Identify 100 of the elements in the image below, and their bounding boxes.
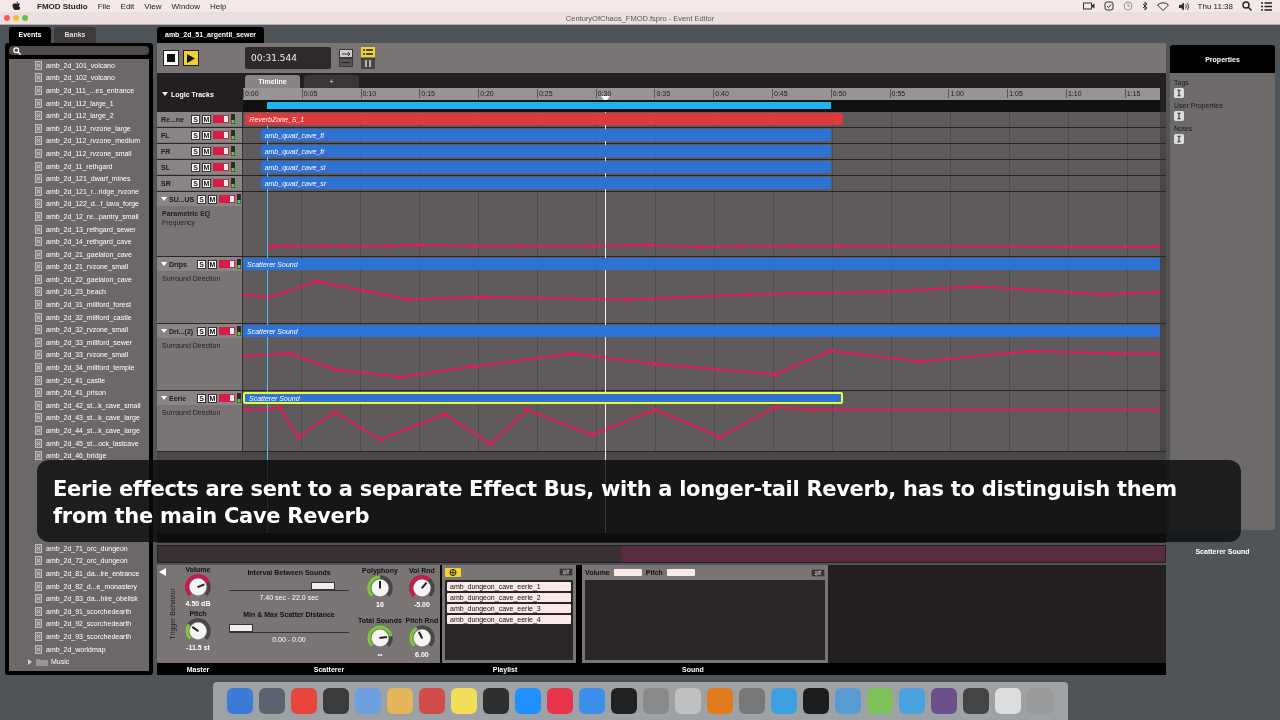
- event-icon: [35, 199, 42, 209]
- app-icon[interactable]: [803, 688, 829, 714]
- text-cursor-icon[interactable]: [1174, 111, 1184, 121]
- volume-fader-icon[interactable]: [219, 394, 235, 402]
- range-slider[interactable]: [229, 624, 349, 633]
- input-field[interactable]: [666, 569, 695, 576]
- volume-icon[interactable]: [1177, 1, 1189, 11]
- collapse-arrow-icon[interactable]: [158, 568, 166, 576]
- level-meter-icon: [237, 326, 241, 336]
- event-icon: [35, 274, 42, 284]
- volume-fader-icon[interactable]: [213, 115, 229, 123]
- event-icon: [35, 237, 42, 247]
- event-icon: [35, 569, 42, 578]
- menu-item[interactable]: Help: [210, 1, 227, 11]
- list-icon[interactable]: [1261, 1, 1272, 11]
- menu-item[interactable]: Window: [171, 1, 200, 11]
- event-icon: [35, 619, 42, 629]
- input-field[interactable]: [613, 569, 642, 576]
- volume-fader-icon[interactable]: [213, 179, 229, 187]
- time-display: 00:31.544: [245, 47, 331, 69]
- event-icon: [35, 136, 42, 146]
- event-icon: [35, 363, 42, 373]
- check-shield-icon[interactable]: [1103, 1, 1114, 11]
- volume-fader-icon[interactable]: [213, 147, 229, 155]
- level-meter-icon: [231, 130, 235, 140]
- event-icon: [35, 337, 42, 347]
- event-icon: [35, 224, 42, 234]
- subtitle-caption: Eerie effects are sent to a separate Effect Bus, with a longer-tail Reverb, has to distinguish them from the main Cave Reverb: [37, 460, 1241, 542]
- expanded-arrow-icon[interactable]: [161, 196, 167, 202]
- event-icon: [35, 388, 42, 398]
- expanded-arrow-icon: [162, 91, 168, 97]
- slider-thumb[interactable]: [310, 582, 335, 590]
- camera-icon[interactable]: [1082, 2, 1095, 10]
- level-meter-icon: [231, 146, 235, 156]
- level-meter-icon: [231, 162, 235, 172]
- text-cursor-icon[interactable]: [1174, 88, 1184, 98]
- close-button[interactable]: [4, 15, 10, 21]
- bluetooth-icon[interactable]: [1141, 1, 1148, 11]
- expanded-arrow-icon[interactable]: [161, 261, 167, 267]
- play-icon: [187, 53, 195, 63]
- app-icon[interactable]: [483, 688, 509, 714]
- apple-logo-icon[interactable]: [12, 1, 21, 11]
- event-icon: [35, 426, 42, 435]
- search-field[interactable]: [9, 46, 149, 55]
- play-button[interactable]: [183, 50, 199, 66]
- level-meter-icon: [237, 393, 241, 403]
- event-icon: [35, 606, 42, 616]
- clock-icon[interactable]: [1122, 1, 1133, 11]
- event-icon: [35, 174, 42, 184]
- event-icon: [35, 211, 42, 221]
- folder-icon: [36, 657, 48, 666]
- event-icon: [35, 111, 42, 121]
- collapsed-arrow-icon: [27, 658, 33, 665]
- view-toggle-icon[interactable]: [361, 47, 375, 69]
- volume-fader-icon[interactable]: [219, 327, 235, 335]
- search-icon[interactable]: [1242, 1, 1252, 11]
- text-cursor-icon[interactable]: [1174, 134, 1184, 144]
- menu-item[interactable]: View: [144, 1, 162, 11]
- search-icon: [13, 46, 21, 55]
- volume-fader-icon[interactable]: [213, 131, 229, 139]
- event-icon: [35, 631, 42, 641]
- app-menu[interactable]: FMOD Studio: [37, 1, 88, 11]
- stop-button[interactable]: [163, 50, 179, 66]
- event-icon: [35, 644, 42, 654]
- event-icon: [35, 161, 42, 171]
- expanded-arrow-icon[interactable]: [161, 395, 167, 401]
- level-meter-icon: [237, 259, 241, 269]
- event-icon: [35, 287, 42, 297]
- event-icon: [35, 543, 42, 553]
- shuffle-icon[interactable]: [445, 568, 461, 577]
- app-icon[interactable]: [611, 688, 637, 714]
- range-slider[interactable]: [229, 582, 349, 591]
- level-meter-icon: [231, 178, 235, 188]
- volume-fader-icon[interactable]: [213, 163, 229, 171]
- volume-fader-icon[interactable]: [219, 195, 235, 203]
- event-icon: [35, 556, 42, 566]
- event-icon: [35, 594, 42, 604]
- slider-thumb[interactable]: [229, 624, 253, 632]
- event-icon: [35, 300, 42, 310]
- app-icon[interactable]: [963, 688, 989, 714]
- event-icon: [35, 350, 42, 360]
- expanded-arrow-icon[interactable]: [161, 328, 167, 334]
- event-icon: [35, 60, 42, 70]
- event-icon: [35, 262, 42, 272]
- menu-clock[interactable]: Thu 11:38: [1197, 1, 1233, 11]
- event-icon: [35, 400, 42, 410]
- menu-item[interactable]: Edit: [120, 1, 135, 11]
- event-icon: [35, 249, 42, 259]
- event-icon: [35, 312, 42, 322]
- wifi-icon[interactable]: [1156, 1, 1169, 11]
- event-icon: [35, 98, 42, 108]
- volume-fader-icon[interactable]: [219, 260, 235, 268]
- refresh-icon[interactable]: [811, 568, 825, 577]
- event-icon: [35, 581, 42, 591]
- refresh-icon[interactable]: [559, 568, 573, 576]
- loop-toggle-icon[interactable]: [339, 49, 353, 67]
- menu-item[interactable]: File: [97, 1, 111, 11]
- event-icon: [35, 438, 42, 448]
- event-icon: [35, 325, 42, 335]
- app-icon[interactable]: [323, 688, 349, 714]
